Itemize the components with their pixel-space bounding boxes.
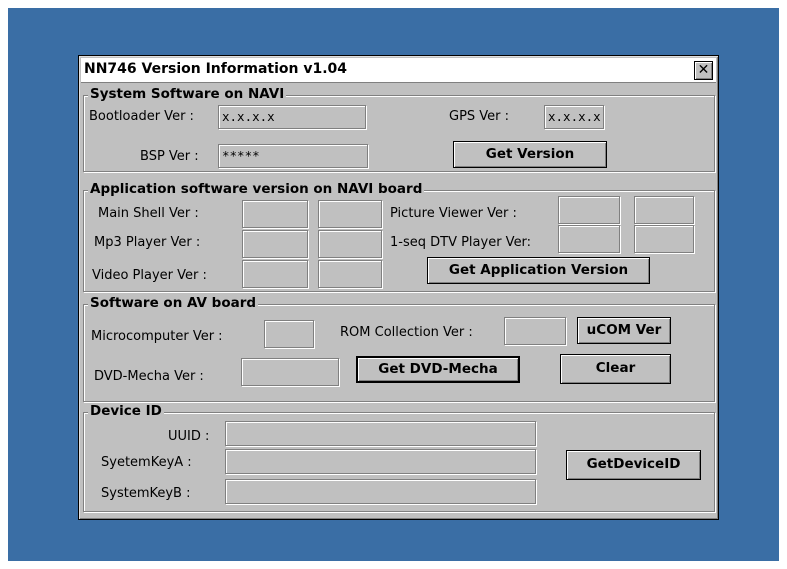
gps-label: GPS Ver : xyxy=(449,109,510,124)
bootloader-field[interactable]: x.x.x.x xyxy=(218,105,366,129)
bootloader-label: Bootloader Ver : xyxy=(89,109,194,124)
get-application-version-button[interactable]: Get Application Version xyxy=(427,257,650,284)
title-bar[interactable]: NN746 Version Information v1.04 ✕ xyxy=(81,58,716,83)
system-software-title: System Software on NAVI xyxy=(88,86,287,102)
picture-viewer-field-2[interactable] xyxy=(634,196,694,224)
bsp-field[interactable]: ***** xyxy=(218,144,368,168)
get-dvd-mecha-button[interactable]: Get DVD-Mecha xyxy=(356,356,520,383)
video-player-field-1[interactable] xyxy=(242,260,308,288)
mp3-player-field-1[interactable] xyxy=(242,230,308,258)
picture-viewer-field-1[interactable] xyxy=(558,196,620,224)
av-board-group: Software on AV board Microcomputer Ver :… xyxy=(83,295,715,402)
mp3-player-label: Mp3 Player Ver : xyxy=(94,235,201,250)
system-key-a-field[interactable] xyxy=(225,449,536,474)
mp3-player-field-2[interactable] xyxy=(318,230,382,258)
system-software-group: System Software on NAVI Bootloader Ver :… xyxy=(83,86,715,172)
dtv-player-field-2[interactable] xyxy=(634,225,694,253)
gps-field[interactable]: x.x.x.x xyxy=(544,105,604,129)
rom-collection-field[interactable] xyxy=(504,317,566,345)
get-version-button[interactable]: Get Version xyxy=(453,141,607,168)
bsp-label: BSP Ver : xyxy=(140,149,199,164)
application-software-title: Application software version on NAVI boa… xyxy=(88,181,425,197)
main-shell-field-2[interactable] xyxy=(318,200,382,228)
dtv-player-label: 1-seq DTV Player Ver: xyxy=(390,235,532,250)
system-key-b-label: SystemKeyB : xyxy=(101,486,191,501)
close-icon: ✕ xyxy=(697,62,710,78)
device-id-group: Device ID UUID : SyetemKeyA : SystemKeyB… xyxy=(83,403,715,512)
dvd-mecha-field[interactable] xyxy=(241,358,339,386)
get-device-id-button[interactable]: GetDeviceID xyxy=(566,450,701,480)
device-id-title: Device ID xyxy=(88,403,164,419)
ucom-ver-button[interactable]: uCOM Ver xyxy=(577,317,671,344)
microcomputer-label: Microcomputer Ver : xyxy=(91,329,223,344)
system-key-a-label: SyetemKeyA : xyxy=(101,455,192,470)
main-shell-field-1[interactable] xyxy=(242,200,308,228)
version-info-dialog: NN746 Version Information v1.04 ✕ System… xyxy=(78,55,719,520)
application-software-group: Application software version on NAVI boa… xyxy=(83,181,715,292)
rom-collection-label: ROM Collection Ver : xyxy=(340,325,473,340)
uuid-label: UUID : xyxy=(168,429,210,444)
dtv-player-field-1[interactable] xyxy=(558,225,620,253)
system-key-b-field[interactable] xyxy=(225,479,536,504)
clear-button[interactable]: Clear xyxy=(560,354,671,384)
microcomputer-field[interactable] xyxy=(264,320,314,348)
video-player-label: Video Player Ver : xyxy=(92,268,207,283)
av-board-title: Software on AV board xyxy=(88,295,259,311)
close-button[interactable]: ✕ xyxy=(694,61,713,80)
video-player-field-2[interactable] xyxy=(318,260,382,288)
main-shell-label: Main Shell Ver : xyxy=(98,206,199,221)
dvd-mecha-label: DVD-Mecha Ver : xyxy=(94,369,204,384)
window-title: NN746 Version Information v1.04 xyxy=(84,61,348,77)
picture-viewer-label: Picture Viewer Ver : xyxy=(390,206,517,221)
uuid-field[interactable] xyxy=(225,421,536,446)
